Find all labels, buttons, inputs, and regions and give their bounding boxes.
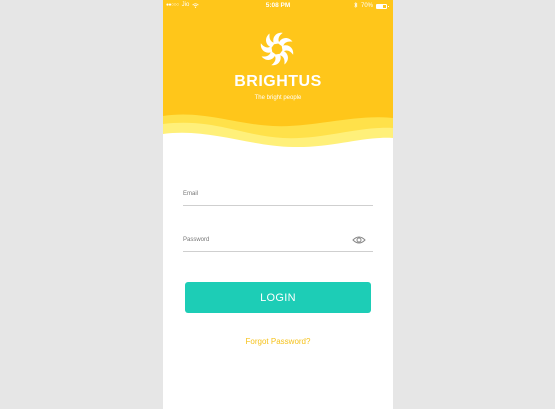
eye-icon[interactable]	[352, 235, 366, 245]
login-button[interactable]: LOGIN	[185, 282, 371, 313]
forgot-password-link[interactable]: Forgot Password?	[163, 337, 393, 346]
phone-screen: ●●○○○ Jio 5:08 PM 70% BRIGHTUS The brigh…	[163, 0, 393, 409]
bluetooth-icon	[354, 2, 358, 10]
email-underline	[183, 205, 373, 206]
status-bar: ●●○○○ Jio 5:08 PM 70%	[163, 0, 393, 12]
battery-icon	[376, 3, 389, 9]
password-input[interactable]	[183, 235, 351, 247]
status-right: 70%	[354, 2, 389, 10]
password-underline	[183, 251, 373, 252]
brand-name: BRIGHTUS	[234, 73, 322, 90]
battery-percent: 70%	[360, 3, 373, 9]
sun-swirl-icon	[260, 32, 294, 66]
email-input[interactable]	[183, 189, 351, 201]
brand-tagline: The bright people	[254, 95, 302, 101]
battery-fill	[377, 4, 384, 8]
header-wave	[163, 114, 393, 160]
